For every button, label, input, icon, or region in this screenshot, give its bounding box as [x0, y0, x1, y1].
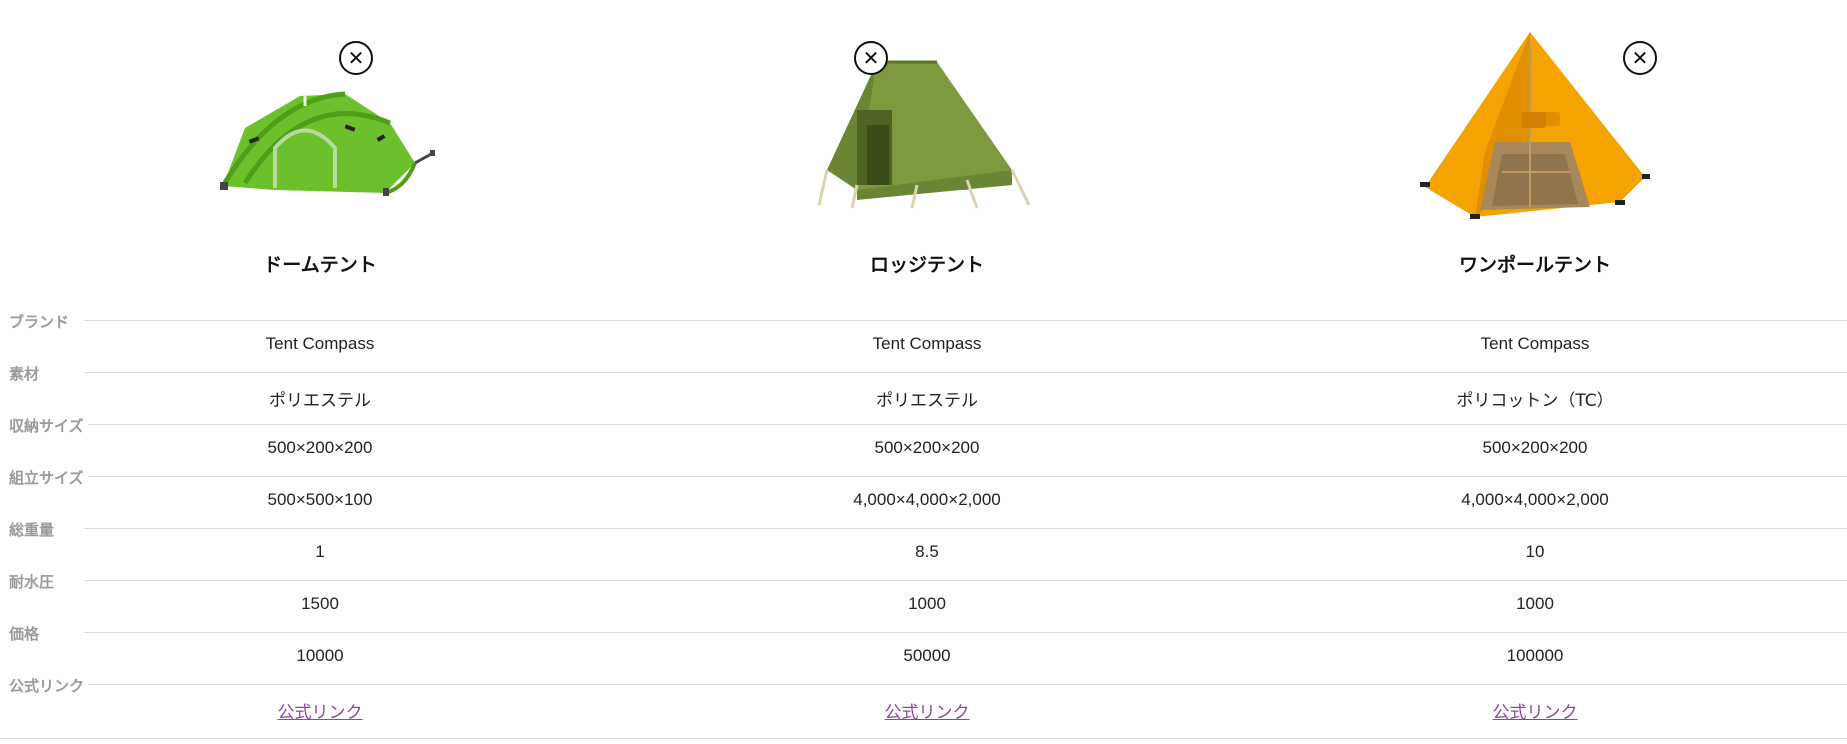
lodge-tent-icon [817, 60, 1037, 214]
row-label: ブランド [9, 311, 74, 332]
product-name: ドームテント [263, 254, 377, 276]
spec-row-official-link: 公式リンク 公式リンク 公式リンク 公式リンク [0, 675, 1847, 736]
cell-value: 公式リンク [1335, 698, 1735, 723]
cell-value: 500×200×200 [874, 438, 980, 457]
dome-tent-icon [205, 78, 435, 202]
spec-row-water-pressure: 耐水圧 1500 1000 1000 [0, 571, 1847, 632]
row-divider [84, 372, 1847, 373]
row-divider [84, 320, 1847, 321]
row-divider [84, 632, 1847, 633]
cell-value: 公式リンク [727, 698, 1127, 723]
cell-value: 500×500×100 [267, 490, 373, 509]
cell-value: 100000 [1506, 646, 1564, 665]
row-label: 素材 [9, 363, 44, 384]
spec-row-assembled-size: 組立サイズ 500×500×100 4,000×4,000×2,000 4,00… [0, 467, 1847, 528]
row-label: 価格 [9, 623, 44, 644]
row-label: 公式リンク [9, 675, 89, 696]
cell-value: 1500 [301, 594, 339, 613]
cell-value: 10 [1525, 542, 1545, 561]
cell-value: 8.5 [915, 542, 939, 561]
cell-value: 4,000×4,000×2,000 [853, 490, 1001, 509]
official-link[interactable]: 公式リンク [885, 703, 970, 723]
cell-value: ポリエステル [269, 391, 371, 411]
cell-value: 50000 [903, 646, 951, 665]
cell-value: 1000 [1516, 594, 1554, 613]
close-icon: ✕ [1631, 46, 1649, 70]
cell-value: 500×200×200 [267, 438, 373, 457]
row-divider [84, 424, 1847, 425]
row-label: 組立サイズ [9, 467, 88, 488]
cell-value: 4,000×4,000×2,000 [1461, 490, 1609, 509]
row-divider [84, 580, 1847, 581]
close-icon: ✕ [862, 46, 880, 70]
product-column-lodge: ✕ ロッジテント [727, 0, 1127, 290]
row-label: 総重量 [9, 519, 59, 540]
row-label: 耐水圧 [9, 571, 59, 592]
row-divider [84, 528, 1847, 529]
spec-row-weight: 総重量 1 8.5 10 [0, 519, 1847, 580]
comparison-table: ✕ ドームテント ✕ ロッジテント ✕ ワンポールテント ブランド Tent C… [0, 0, 1847, 744]
cell-value: 10000 [296, 646, 344, 665]
close-icon: ✕ [347, 46, 365, 70]
spec-row-material: 素材 ポリエステル ポリエステル ポリコットン（TC） [0, 363, 1847, 424]
row-label: 収納サイズ [9, 415, 88, 436]
product-name: ロッジテント [869, 254, 984, 276]
official-link[interactable]: 公式リンク [1493, 703, 1578, 723]
cell-value: ポリエステル [876, 391, 978, 411]
remove-product-button[interactable]: ✕ [854, 41, 888, 75]
cell-value: Tent Compass [1480, 334, 1590, 353]
cell-value: Tent Compass [872, 334, 982, 353]
spec-row-price: 価格 10000 50000 100000 [0, 623, 1847, 684]
table-bottom-divider [0, 738, 1847, 739]
cell-value: Tent Compass [265, 334, 375, 353]
spec-row-brand: ブランド Tent Compass Tent Compass Tent Comp… [0, 311, 1847, 372]
product-column-dome: ✕ ドームテント [120, 0, 520, 290]
cell-value: 1 [315, 542, 325, 561]
official-link[interactable]: 公式リンク [278, 703, 363, 723]
spec-row-storage-size: 収納サイズ 500×200×200 500×200×200 500×200×20… [0, 415, 1847, 476]
remove-product-button[interactable]: ✕ [1623, 41, 1657, 75]
product-column-onepole: ✕ ワンポールテント [1335, 0, 1735, 290]
cell-value: 1000 [908, 594, 946, 613]
cell-value: 公式リンク [120, 698, 520, 723]
remove-product-button[interactable]: ✕ [339, 41, 373, 75]
cell-value: ポリコットン（TC） [1456, 391, 1614, 411]
row-divider [84, 684, 1847, 685]
cell-value: 500×200×200 [1482, 438, 1588, 457]
product-name: ワンポールテント [1458, 254, 1611, 276]
row-divider [84, 476, 1847, 477]
one-pole-tent-icon [1420, 32, 1650, 226]
